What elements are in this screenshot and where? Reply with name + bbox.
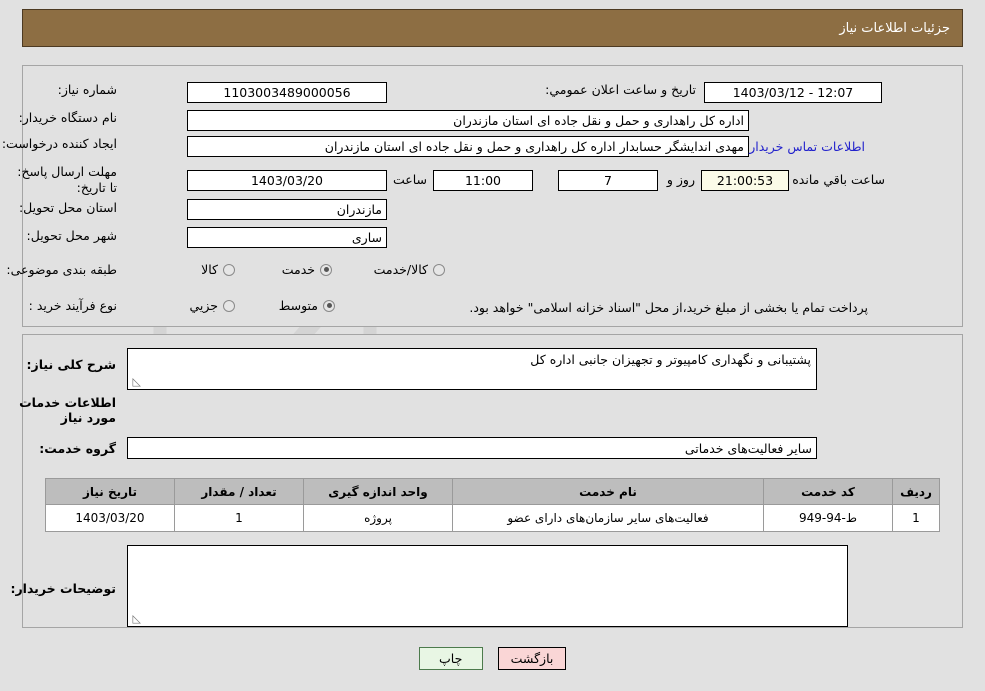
buyer-org-label: نام دستگاه خریدار: xyxy=(18,110,117,125)
need-number-label-wrap: شماره نیاز: xyxy=(58,82,117,97)
remaining-hours-label: ساعت باقي مانده xyxy=(792,172,885,187)
col-unit: واحد اندازه گیری xyxy=(303,478,453,505)
category-option-khedmat-label: خدمت xyxy=(281,262,315,277)
category-option-kala[interactable]: کالا xyxy=(201,262,235,277)
category-label-text: طبقه بندی موضوعی: xyxy=(6,262,117,277)
city-field[interactable]: ساری xyxy=(187,227,387,248)
page-header-bar: جزئیات اطلاعات نیاز xyxy=(22,9,963,47)
category-option-khedmat[interactable]: خدمت xyxy=(282,262,332,277)
remaining-days-field[interactable]: 7 xyxy=(558,170,658,191)
category-option-kala-khedmat[interactable]: کالا/خدمت xyxy=(374,262,445,277)
back-button[interactable]: بازگشت xyxy=(497,647,567,670)
cell-date: 1403/03/20 xyxy=(45,504,175,532)
col-code: کد خدمت xyxy=(763,478,893,505)
buyer-notes-label: توضیحات خریدار: xyxy=(10,581,116,596)
category-label: طبقه بندی موضوعی: xyxy=(6,262,117,277)
process-option-motevaset-label: متوسط xyxy=(278,298,318,313)
deadline-hour-field[interactable]: 11:00 xyxy=(433,170,533,191)
process-option-jozei[interactable]: جزیي xyxy=(189,298,235,313)
buyer-contact-link[interactable]: اطلاعات تماس خریدار xyxy=(749,139,865,154)
cell-unit: پروژه xyxy=(303,504,453,532)
province-field[interactable]: مازندران xyxy=(187,199,387,220)
countdown-field: 21:00:53 xyxy=(701,170,789,191)
need-number-field[interactable]: 1103003489000056 xyxy=(187,82,387,103)
need-info-panel xyxy=(22,65,963,327)
cell-radif: 1 xyxy=(892,504,940,532)
creator-field[interactable]: مهدی اندایشگر حسابدار اداره کل راهداری و… xyxy=(187,136,749,157)
buyer-notes-textarea[interactable]: ◺ xyxy=(127,545,848,627)
province-label: استان محل تحویل: xyxy=(18,200,117,215)
process-option-motevaset[interactable]: متوسط xyxy=(279,298,335,313)
creator-label-wrap: ایجاد کننده درخواست: xyxy=(2,136,117,151)
action-button-bar: بازگشت چاپ xyxy=(0,647,985,670)
col-date: تاریخ نیاز xyxy=(45,478,175,505)
radio-kala-icon[interactable] xyxy=(223,263,235,276)
table-row: 1 ط-94-949 فعالیت‌های سایر سازمان‌های دا… xyxy=(45,504,940,532)
buyer-org-field[interactable]: اداره کل راهداری و حمل و نقل جاده ای است… xyxy=(187,110,749,131)
need-number-label: شماره نیاز: xyxy=(57,82,117,97)
radio-kala-khedmat-icon[interactable] xyxy=(433,263,445,276)
deadline-date-field[interactable]: 1403/03/20 xyxy=(187,170,387,191)
description-textarea[interactable]: پشتیبانی و نگهداری کامپیوتر و تجهیزان جا… xyxy=(127,348,817,390)
resize-grip-icon-notes[interactable]: ◺ xyxy=(131,613,141,624)
service-group-label: گروه خدمت: xyxy=(39,441,116,456)
city-label-wrap: شهر محل تحویل: xyxy=(27,228,117,243)
print-button[interactable]: چاپ xyxy=(418,647,483,670)
table-header-row: ردیف کد خدمت نام خدمت واحد اندازه گیری ت… xyxy=(45,478,940,505)
category-option-kala-label: کالا xyxy=(201,262,218,277)
resize-grip-icon[interactable]: ◺ xyxy=(131,376,141,387)
process-option-jozei-label: جزیي xyxy=(189,298,218,313)
description-value: پشتیبانی و نگهداری کامپیوتر و تجهیزان جا… xyxy=(530,352,811,367)
creator-label: ایجاد کننده درخواست: xyxy=(1,136,117,151)
services-table: ردیف کد خدمت نام خدمت واحد اندازه گیری ت… xyxy=(45,478,940,532)
radio-khedmat-icon[interactable] xyxy=(320,263,332,276)
announce-datetime-label: تاریخ و ساعت اعلان عمومي: xyxy=(545,82,696,97)
radio-motevaset-icon[interactable] xyxy=(323,299,335,312)
announce-label-wrap: تاریخ و ساعت اعلان عمومي: xyxy=(545,82,696,97)
city-label: شهر محل تحویل: xyxy=(26,228,117,243)
announce-datetime-field[interactable]: 1403/03/12 - 12:07 xyxy=(704,82,882,103)
description-label: شرح کلی نیاز: xyxy=(26,357,116,372)
deadline-label-wrap: مهلت ارسال پاسخ: تا تاریخ: xyxy=(9,164,117,196)
service-group-field[interactable]: سایر فعالیت‌های خدماتی xyxy=(127,437,817,459)
cell-qty: 1 xyxy=(174,504,304,532)
cell-name: فعالیت‌های سایر سازمان‌های دارای عضو xyxy=(452,504,764,532)
process-note-text: پرداخت تمام یا بخشی از مبلغ خرید،از محل … xyxy=(469,300,868,315)
process-type-label: نوع فرآیند خرید : xyxy=(28,298,117,313)
deadline-label: مهلت ارسال پاسخ: تا تاریخ: xyxy=(17,164,117,195)
category-label-wrap: طبقه بندی موضوعی: xyxy=(6,262,117,277)
radio-jozei-icon[interactable] xyxy=(223,299,235,312)
category-option-kala-khedmat-label: کالا/خدمت xyxy=(373,262,428,277)
col-qty: تعداد / مقدار xyxy=(174,478,304,505)
deadline-hour-label: ساعت xyxy=(392,172,427,187)
process-label-wrap: نوع فرآیند خرید : xyxy=(29,298,117,313)
page-title: جزئیات اطلاعات نیاز xyxy=(839,20,950,36)
col-name: نام خدمت xyxy=(452,478,764,505)
days-and-label: روز و xyxy=(666,172,695,187)
buyer-org-label-wrap: نام دستگاه خریدار: xyxy=(19,110,117,125)
col-radif: ردیف xyxy=(892,478,940,505)
province-label-wrap: استان محل تحویل: xyxy=(19,200,117,215)
cell-code: ط-94-949 xyxy=(763,504,893,532)
services-heading: اطلاعات خدمات مورد نیاز xyxy=(19,395,116,425)
